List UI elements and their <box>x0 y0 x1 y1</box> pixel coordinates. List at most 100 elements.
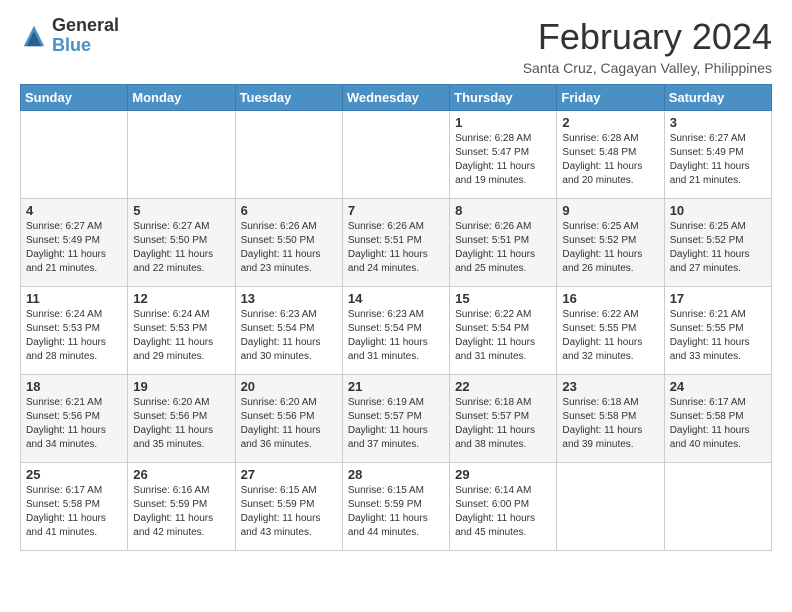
day-number: 19 <box>133 379 229 394</box>
day-number: 17 <box>670 291 766 306</box>
col-wednesday: Wednesday <box>342 85 449 111</box>
day-info: Sunrise: 6:26 AM Sunset: 5:50 PM Dayligh… <box>241 220 337 276</box>
month-year-title: February 2024 <box>523 16 772 58</box>
calendar-table: Sunday Monday Tuesday Wednesday Thursday… <box>20 84 772 551</box>
calendar-cell: 14Sunrise: 6:23 AM Sunset: 5:54 PM Dayli… <box>342 287 449 375</box>
calendar-week-row: 18 Sunrise: 6:21 AM Sunset: 5:56 PM Dayli… <box>21 375 772 463</box>
calendar-cell: 16 Sunrise: 6:22 AM Sunset: 5:55 PM Dayli… <box>557 287 664 375</box>
col-saturday: Saturday <box>664 85 771 111</box>
day-number: 29 <box>455 467 551 482</box>
day-number: 13 <box>241 291 337 306</box>
calendar-cell: 29Sunrise: 6:14 AM Sunset: 6:00 PM Dayli… <box>450 463 557 551</box>
location-subtitle: Santa Cruz, Cagayan Valley, Philippines <box>523 60 772 76</box>
day-number: 4 <box>26 203 122 218</box>
logo-icon <box>20 22 48 50</box>
day-number: 6 <box>241 203 337 218</box>
col-tuesday: Tuesday <box>235 85 342 111</box>
calendar-cell: 26Sunrise: 6:16 AM Sunset: 5:59 PM Dayli… <box>128 463 235 551</box>
day-info: Sunrise: 6:18 AM Sunset: 5:57 PM Dayligh… <box>455 396 551 452</box>
col-friday: Friday <box>557 85 664 111</box>
col-thursday: Thursday <box>450 85 557 111</box>
calendar-cell: 6 Sunrise: 6:26 AM Sunset: 5:50 PM Daylig… <box>235 199 342 287</box>
day-info: Sunrise: 6:15 AM Sunset: 5:59 PM Dayligh… <box>241 484 337 540</box>
day-number: 1 <box>455 115 551 130</box>
calendar-cell: 21 Sunrise: 6:19 AM Sunset: 5:57 PM Dayli… <box>342 375 449 463</box>
calendar-cell: 12 Sunrise: 6:24 AM Sunset: 5:53 PM Dayli… <box>128 287 235 375</box>
calendar-week-row: 1 Sunrise: 6:28 AM Sunset: 5:47 PM Daylig… <box>21 111 772 199</box>
calendar-cell: 8 Sunrise: 6:26 AM Sunset: 5:51 PM Daylig… <box>450 199 557 287</box>
calendar-cell: 27Sunrise: 6:15 AM Sunset: 5:59 PM Dayli… <box>235 463 342 551</box>
day-number: 3 <box>670 115 766 130</box>
day-number: 15 <box>455 291 551 306</box>
day-number: 10 <box>670 203 766 218</box>
calendar-cell: 23Sunrise: 6:18 AM Sunset: 5:58 PM Dayli… <box>557 375 664 463</box>
day-number: 5 <box>133 203 229 218</box>
day-info: Sunrise: 6:17 AM Sunset: 5:58 PM Dayligh… <box>26 484 122 540</box>
day-info: Sunrise: 6:23 AM Sunset: 5:54 PM Dayligh… <box>241 308 337 364</box>
day-info: Sunrise: 6:18 AM Sunset: 5:58 PM Dayligh… <box>562 396 658 452</box>
calendar-cell: 28Sunrise: 6:15 AM Sunset: 5:59 PM Dayli… <box>342 463 449 551</box>
col-sunday: Sunday <box>21 85 128 111</box>
day-number: 16 <box>562 291 658 306</box>
logo-blue-text: Blue <box>52 36 119 56</box>
calendar-week-row: 4 Sunrise: 6:27 AM Sunset: 5:49 PM Daylig… <box>21 199 772 287</box>
day-number: 11 <box>26 291 122 306</box>
day-info: Sunrise: 6:25 AM Sunset: 5:52 PM Dayligh… <box>670 220 766 276</box>
calendar-cell: 19 Sunrise: 6:20 AM Sunset: 5:56 PM Dayli… <box>128 375 235 463</box>
day-info: Sunrise: 6:22 AM Sunset: 5:54 PM Dayligh… <box>455 308 551 364</box>
calendar-cell: 11 Sunrise: 6:24 AM Sunset: 5:53 PM Dayli… <box>21 287 128 375</box>
day-number: 21 <box>348 379 444 394</box>
day-number: 20 <box>241 379 337 394</box>
day-info: Sunrise: 6:27 AM Sunset: 5:50 PM Dayligh… <box>133 220 229 276</box>
calendar-cell: 9 Sunrise: 6:25 AM Sunset: 5:52 PM Daylig… <box>557 199 664 287</box>
calendar-cell <box>235 111 342 199</box>
day-info: Sunrise: 6:21 AM Sunset: 5:55 PM Dayligh… <box>670 308 766 364</box>
calendar-cell: 18 Sunrise: 6:21 AM Sunset: 5:56 PM Dayli… <box>21 375 128 463</box>
day-info: Sunrise: 6:26 AM Sunset: 5:51 PM Dayligh… <box>455 220 551 276</box>
day-number: 18 <box>26 379 122 394</box>
day-info: Sunrise: 6:20 AM Sunset: 5:56 PM Dayligh… <box>133 396 229 452</box>
day-info: Sunrise: 6:28 AM Sunset: 5:48 PM Dayligh… <box>562 132 658 188</box>
day-number: 9 <box>562 203 658 218</box>
calendar-cell <box>664 463 771 551</box>
calendar-cell: 15 Sunrise: 6:22 AM Sunset: 5:54 PM Dayli… <box>450 287 557 375</box>
calendar-cell: 20 Sunrise: 6:20 AM Sunset: 5:56 PM Dayli… <box>235 375 342 463</box>
day-info: Sunrise: 6:28 AM Sunset: 5:47 PM Dayligh… <box>455 132 551 188</box>
calendar-cell: 17 Sunrise: 6:21 AM Sunset: 5:55 PM Dayli… <box>664 287 771 375</box>
day-number: 24 <box>670 379 766 394</box>
day-info: Sunrise: 6:17 AM Sunset: 5:58 PM Dayligh… <box>670 396 766 452</box>
day-info: Sunrise: 6:25 AM Sunset: 5:52 PM Dayligh… <box>562 220 658 276</box>
day-info: Sunrise: 6:21 AM Sunset: 5:56 PM Dayligh… <box>26 396 122 452</box>
day-number: 12 <box>133 291 229 306</box>
calendar-cell: 24 Sunrise: 6:17 AM Sunset: 5:58 PM Dayli… <box>664 375 771 463</box>
calendar-cell <box>128 111 235 199</box>
calendar-cell: 10 Sunrise: 6:25 AM Sunset: 5:52 PM Dayli… <box>664 199 771 287</box>
calendar-cell: 4 Sunrise: 6:27 AM Sunset: 5:49 PM Daylig… <box>21 199 128 287</box>
calendar-week-row: 25 Sunrise: 6:17 AM Sunset: 5:58 PM Dayli… <box>21 463 772 551</box>
day-info: Sunrise: 6:20 AM Sunset: 5:56 PM Dayligh… <box>241 396 337 452</box>
day-info: Sunrise: 6:22 AM Sunset: 5:55 PM Dayligh… <box>562 308 658 364</box>
calendar-header-row: Sunday Monday Tuesday Wednesday Thursday… <box>21 85 772 111</box>
day-info: Sunrise: 6:24 AM Sunset: 5:53 PM Dayligh… <box>133 308 229 364</box>
day-number: 22 <box>455 379 551 394</box>
day-info: Sunrise: 6:19 AM Sunset: 5:57 PM Dayligh… <box>348 396 444 452</box>
day-info: Sunrise: 6:27 AM Sunset: 5:49 PM Dayligh… <box>670 132 766 188</box>
title-area: February 2024 Santa Cruz, Cagayan Valley… <box>523 16 772 76</box>
calendar-cell: 7Sunrise: 6:26 AM Sunset: 5:51 PM Daylig… <box>342 199 449 287</box>
logo: General Blue <box>20 16 119 56</box>
day-info: Sunrise: 6:26 AM Sunset: 5:51 PM Dayligh… <box>348 220 444 276</box>
calendar-week-row: 11 Sunrise: 6:24 AM Sunset: 5:53 PM Dayli… <box>21 287 772 375</box>
calendar-cell: 22 Sunrise: 6:18 AM Sunset: 5:57 PM Dayli… <box>450 375 557 463</box>
day-number: 8 <box>455 203 551 218</box>
calendar-cell: 5 Sunrise: 6:27 AM Sunset: 5:50 PM Daylig… <box>128 199 235 287</box>
day-info: Sunrise: 6:24 AM Sunset: 5:53 PM Dayligh… <box>26 308 122 364</box>
logo-general-text: General <box>52 16 119 36</box>
calendar-cell: 2 Sunrise: 6:28 AM Sunset: 5:48 PM Daylig… <box>557 111 664 199</box>
col-monday: Monday <box>128 85 235 111</box>
day-info: Sunrise: 6:15 AM Sunset: 5:59 PM Dayligh… <box>348 484 444 540</box>
day-info: Sunrise: 6:16 AM Sunset: 5:59 PM Dayligh… <box>133 484 229 540</box>
day-number: 2 <box>562 115 658 130</box>
day-info: Sunrise: 6:27 AM Sunset: 5:49 PM Dayligh… <box>26 220 122 276</box>
day-number: 25 <box>26 467 122 482</box>
calendar-cell <box>21 111 128 199</box>
